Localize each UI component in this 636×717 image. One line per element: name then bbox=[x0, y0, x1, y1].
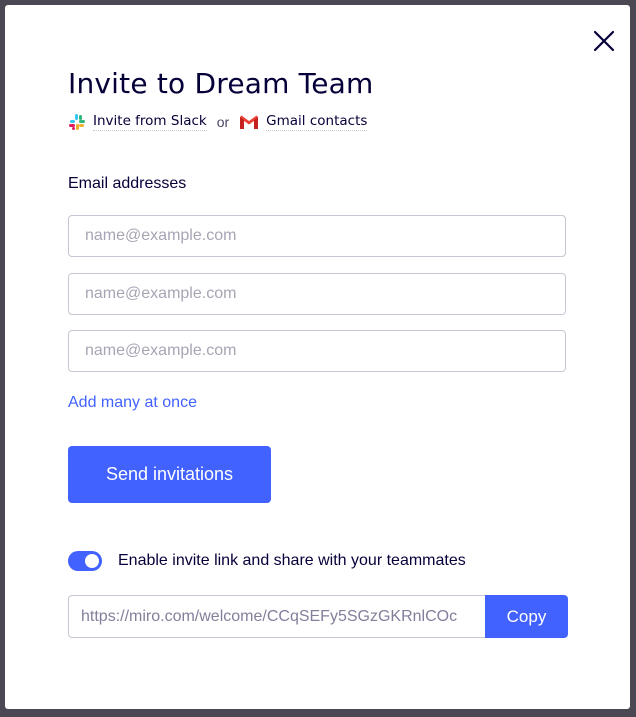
gmail-contacts-link[interactable]: Gmail contacts bbox=[239, 113, 368, 131]
send-invitations-button[interactable]: Send invitations bbox=[68, 446, 271, 503]
add-many-at-once-link[interactable]: Add many at once bbox=[68, 394, 197, 412]
slack-icon bbox=[69, 114, 85, 130]
invite-link-toggle-label: Enable invite link and share with your t… bbox=[118, 552, 466, 569]
gmail-link-label: Gmail contacts bbox=[266, 113, 368, 131]
copy-link-button[interactable]: Copy bbox=[485, 595, 568, 638]
toggle-knob bbox=[85, 554, 99, 568]
dialog-title: Invite to Dream Team bbox=[68, 67, 374, 100]
or-separator: or bbox=[216, 114, 230, 130]
gmail-icon bbox=[240, 115, 259, 129]
email-field-1[interactable] bbox=[68, 215, 566, 257]
email-field-3[interactable] bbox=[68, 330, 566, 372]
invite-dialog: Invite to Dream Team Invite from Slack o… bbox=[5, 5, 630, 709]
close-button[interactable] bbox=[588, 25, 620, 57]
email-field-2[interactable] bbox=[68, 273, 566, 315]
invite-link-row: Copy bbox=[68, 595, 568, 638]
invite-from-slack-link[interactable]: Invite from Slack bbox=[68, 113, 207, 131]
invite-link-field[interactable] bbox=[68, 595, 485, 638]
close-icon bbox=[593, 30, 615, 52]
invite-link-toggle-row: Enable invite link and share with your t… bbox=[68, 551, 466, 571]
invite-link-toggle[interactable] bbox=[68, 551, 102, 571]
slack-link-label: Invite from Slack bbox=[93, 113, 207, 131]
import-contacts-row: Invite from Slack or Gmail contacts bbox=[68, 113, 368, 131]
email-addresses-label: Email addresses bbox=[68, 175, 187, 192]
